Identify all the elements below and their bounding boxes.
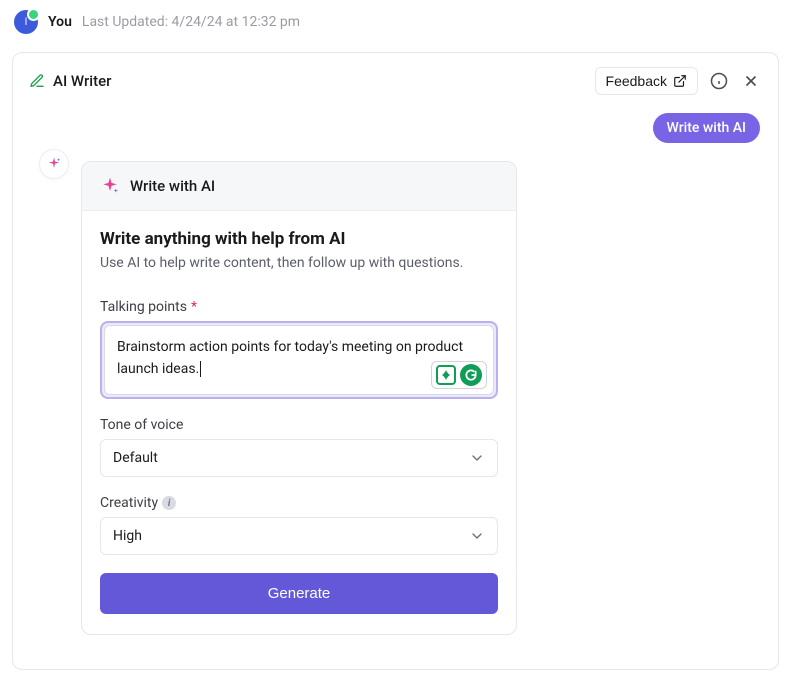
generate-button[interactable]: Generate [100,573,498,614]
creativity-label: Creativity i [100,495,498,511]
grammarly-icon[interactable] [460,364,482,386]
info-icon[interactable] [708,70,730,92]
generate-label: Generate [268,585,331,602]
talking-points-input[interactable]: Brainstorm action points for today's mee… [104,325,494,395]
tone-value: Default [113,450,158,466]
assist-badge-icon[interactable] [436,365,456,385]
pencil-icon [29,73,45,89]
creativity-value: High [113,528,142,544]
write-with-ai-card: Write with AI Write anything with help f… [81,161,517,635]
last-updated-text: Last Updated: 4/24/24 at 12:32 pm [82,14,300,30]
external-link-icon [673,74,687,88]
sparkle-icon [100,176,120,196]
creativity-select[interactable]: High [100,517,498,555]
panel-title: AI Writer [29,72,111,90]
feedback-button[interactable]: Feedback [595,67,698,95]
talking-points-field-wrap: Brainstorm action points for today's mee… [100,321,498,399]
ai-writer-panel: AI Writer Feedback Write with AI [12,52,779,670]
chevron-down-icon [469,528,485,544]
card-body: Write anything with help from AI Use AI … [82,211,516,634]
close-icon[interactable] [740,70,762,92]
write-with-ai-chip[interactable]: Write with AI [653,113,760,143]
you-label: You [48,14,72,30]
input-badges [431,361,487,389]
avatar[interactable]: I [14,10,38,34]
panel-body: Write with AI Write anything with help f… [13,143,778,669]
chevron-down-icon [469,450,485,466]
panel-header: AI Writer Feedback [13,53,778,109]
tone-label: Tone of voice [100,417,498,433]
top-bar: I You Last Updated: 4/24/24 at 12:32 pm [0,0,793,40]
required-asterisk: * [191,299,197,315]
card-header-title: Write with AI [130,177,215,195]
card-header: Write with AI [82,162,516,211]
talking-points-value: Brainstorm action points for today's mee… [117,339,463,377]
panel-title-text: AI Writer [53,72,111,90]
feedback-label: Feedback [606,73,667,89]
sparkle-bubble-icon [39,149,69,179]
card-heading: Write anything with help from AI [100,229,498,249]
chip-label: Write with AI [667,120,746,136]
talking-points-label: Talking points * [100,299,498,315]
card-subheading: Use AI to help write content, then follo… [100,255,498,271]
info-dot-icon[interactable]: i [162,496,176,510]
tone-select[interactable]: Default [100,439,498,477]
